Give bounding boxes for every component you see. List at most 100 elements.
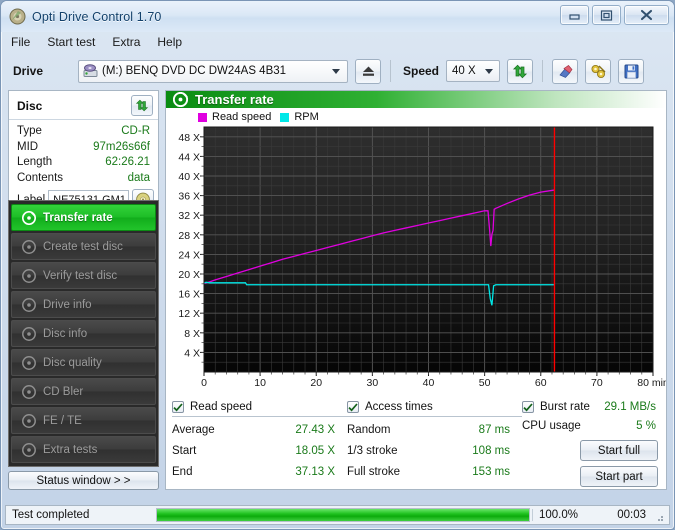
progress-percent: 100.0% [532, 509, 584, 521]
access-times-header: Access times [347, 401, 522, 417]
drive-toolbar: Drive (M:) BENQ DVD DC DW24AS 4B31 Speed [1, 52, 674, 90]
result-key: 1/3 stroke [347, 445, 398, 457]
status-message: Test completed [12, 509, 90, 521]
right-panel: Transfer rate Read speed RPM 4 X 8 X 12 X 1… [165, 90, 667, 490]
menu-item-help[interactable]: Help [157, 35, 182, 49]
result-value: 153 ms [472, 466, 510, 478]
toolbar-separator-2 [542, 60, 544, 82]
save-button[interactable] [618, 58, 645, 84]
status-window-button[interactable]: Status window > > [8, 471, 159, 490]
disc-row-key: MID [17, 140, 39, 153]
disc-icon [22, 210, 36, 225]
disc-panel: Disc Type CD-R MID 97m26s66f Length 62:2… [8, 90, 159, 210]
disc-panel-header: Disc [9, 91, 158, 120]
result-value: 37.13 X [295, 466, 335, 478]
disc-icon [22, 442, 36, 457]
menu-item-start-test[interactable]: Start test [47, 35, 95, 49]
disc-row-key: Contents [17, 171, 64, 184]
svg-text:32 X: 32 X [178, 210, 200, 222]
speed-select-value: 40 X [452, 65, 476, 77]
disc-row-type: Type CD-R [17, 124, 150, 140]
start-full-button[interactable]: Start full [580, 440, 658, 461]
disc-icon [22, 268, 36, 283]
sidebar-item-label: Disc quality [43, 356, 102, 369]
disc-refresh-button[interactable] [131, 95, 153, 116]
result-row-start: Start 18.05 X [172, 441, 347, 462]
sidebar-item-fe-te[interactable]: FE / TE [11, 407, 156, 434]
read-speed-checkbox[interactable] [172, 401, 184, 413]
sidebar-item-label: CD Bler [43, 385, 84, 398]
misc-results: Burst rate 29.1 MB/s CPU usage 5 % Start… [522, 401, 660, 487]
erase-button[interactable] [552, 58, 579, 84]
burst-rate-checkbox[interactable] [522, 401, 534, 413]
svg-text:36 X: 36 X [178, 191, 200, 203]
disc-row-length: Length 62:26.21 [17, 155, 150, 171]
sidebar-item-label: Verify test disc [43, 269, 118, 282]
disc-row-mid: MID 97m26s66f [17, 140, 150, 156]
svg-text:44 X: 44 X [178, 151, 200, 163]
close-button[interactable] [624, 5, 669, 25]
transfer-rate-chart[interactable]: 4 X 8 X 12 X 16 X 20 X 24 X 28 X 32 X 36 X 40 X 44… [166, 125, 666, 397]
result-value: 108 ms [472, 445, 510, 457]
sidebar-item-create-test-disc[interactable]: Create test disc [11, 233, 156, 260]
start-part-button[interactable]: Start part [580, 466, 658, 487]
sidebar-item-extra-tests[interactable]: Extra tests [11, 436, 156, 463]
result-key: Start [172, 445, 197, 457]
sidebar-item-transfer-rate[interactable]: Transfer rate [11, 204, 156, 231]
svg-text:40: 40 [423, 377, 435, 389]
svg-text:8 X: 8 X [184, 328, 200, 340]
svg-text:28 X: 28 X [178, 230, 200, 242]
sidebar-item-drive-info[interactable]: Drive info [11, 291, 156, 318]
svg-text:24 X: 24 X [178, 249, 200, 261]
disc-row-value: data [127, 171, 150, 184]
result-row-random: Random 87 ms [347, 420, 522, 441]
speed-select[interactable]: 40 X [446, 60, 501, 82]
window-controls [560, 5, 669, 25]
tools-button[interactable] [585, 58, 612, 84]
result-value: 87 ms [478, 424, 510, 436]
svg-text:70: 70 [591, 377, 603, 389]
burst-rate-label: Burst rate [540, 401, 590, 413]
progress-bar-fill [157, 509, 529, 521]
menu-item-extra[interactable]: Extra [112, 35, 140, 49]
panel-header: Transfer rate [166, 91, 666, 108]
svg-text:40 X: 40 X [178, 171, 200, 183]
result-row-full-stroke: Full stroke 153 ms [347, 462, 522, 483]
sidebar-item-cd-bler[interactable]: CD Bler [11, 378, 156, 405]
chart-legend: Read speed RPM [166, 108, 666, 125]
svg-text:60: 60 [535, 377, 547, 389]
sidebar-item-verify-test-disc[interactable]: Verify test disc [11, 262, 156, 289]
result-key: Full stroke [347, 466, 401, 478]
disc-row-contents: Contents data [17, 171, 150, 187]
svg-text:30: 30 [367, 377, 379, 389]
svg-text:4 X: 4 X [184, 347, 200, 359]
sidebar-item-label: FE / TE [43, 414, 82, 427]
refresh-button[interactable] [507, 58, 534, 84]
result-key: End [172, 466, 193, 478]
drive-select[interactable]: (M:) BENQ DVD DC DW24AS 4B31 [78, 59, 348, 83]
result-value: 27.43 X [295, 424, 335, 436]
disc-icon [22, 297, 36, 312]
resize-grip[interactable] [654, 509, 666, 521]
svg-text:16 X: 16 X [178, 289, 200, 301]
menu-item-file[interactable]: File [11, 35, 30, 49]
maximize-button[interactable] [592, 5, 621, 25]
status-bar: Test completed 100.0% 00:03 [5, 505, 670, 525]
result-key: Average [172, 424, 215, 436]
result-value: 18.05 X [295, 445, 335, 457]
legend-label-read-speed: Read speed [212, 111, 272, 123]
eject-button[interactable] [355, 58, 381, 84]
sidebar-item-disc-quality[interactable]: Disc quality [11, 349, 156, 376]
result-key: Random [347, 424, 391, 436]
disc-icon [22, 239, 36, 254]
disc-icon [22, 384, 36, 399]
minimize-button[interactable] [560, 5, 589, 25]
access-times-checkbox[interactable] [347, 401, 359, 413]
sidebar-item-disc-info[interactable]: Disc info [11, 320, 156, 347]
sidebar-item-label: Drive info [43, 298, 92, 311]
sidebar-item-label: Extra tests [43, 443, 98, 456]
toolbar-separator-1 [390, 60, 391, 82]
elapsed-time: 00:03 [617, 509, 646, 521]
disc-row-value: CD-R [121, 125, 150, 137]
drive-icon [83, 64, 98, 78]
